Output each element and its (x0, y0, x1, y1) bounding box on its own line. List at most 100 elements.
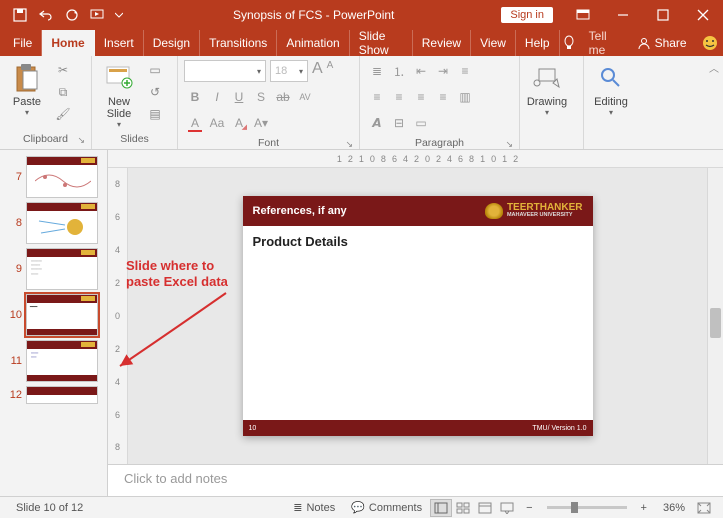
format-painter-icon[interactable]: 🖌 (52, 104, 74, 124)
text-direction-button[interactable]: 𝘼 (366, 112, 388, 134)
thumbnail-12[interactable]: 12 (0, 384, 107, 406)
maximize-button[interactable] (643, 0, 683, 30)
thumbnail-11[interactable]: 11━━━━━━━ (0, 338, 107, 384)
zoom-in-button[interactable]: + (633, 502, 655, 514)
paste-button[interactable]: Paste ▾ (6, 60, 48, 117)
tab-slideshow[interactable]: Slide Show (350, 30, 413, 56)
ribbon-display-options-icon[interactable] (563, 0, 603, 30)
zoom-level[interactable]: 36% (655, 502, 693, 514)
align-center-button[interactable]: ≡ (388, 86, 410, 108)
underline-button[interactable]: U (228, 86, 250, 108)
vertical-scrollbar[interactable] (707, 168, 723, 464)
tab-home[interactable]: Home (42, 30, 94, 56)
lightbulb-icon[interactable] (560, 30, 579, 56)
justify-button[interactable]: ≡ (432, 86, 454, 108)
slide-thumbnails-panel[interactable]: 7 8 9━━━━━━━━━━━━━━━━━━━━━ 10━━━ 11━━━━━… (0, 150, 108, 496)
shadow-button[interactable]: S (250, 86, 272, 108)
spacing-button[interactable]: AV (294, 86, 316, 108)
group-clipboard: Paste ▾ ✂ ⧉ 🖌 Clipboard↘ (0, 56, 92, 149)
columns-button[interactable]: ▥ (454, 86, 476, 108)
italic-button[interactable]: I (206, 86, 228, 108)
reading-view-icon[interactable] (474, 499, 496, 517)
title-bar: Synopsis of FCS - PowerPoint Sign in (0, 0, 723, 30)
decrease-indent-button[interactable]: ⇤ (410, 60, 432, 82)
redo-icon[interactable] (60, 3, 84, 27)
align-right-button[interactable]: ≡ (410, 86, 432, 108)
strikethrough-button[interactable]: ab (272, 86, 294, 108)
new-slide-button[interactable]: New Slide ▾ (98, 60, 140, 129)
line-spacing-button[interactable]: ≡ (454, 60, 476, 82)
bullets-button[interactable]: ≣ (366, 60, 388, 82)
editing-button[interactable]: Editing ▾ (590, 60, 632, 117)
tab-animations[interactable]: Animation (277, 30, 349, 56)
tab-review[interactable]: Review (413, 30, 471, 56)
undo-icon[interactable] (34, 3, 58, 27)
paragraph-launcher-icon[interactable]: ↘ (505, 139, 513, 150)
comments-icon: 💬 (351, 501, 365, 514)
slide-header-title: References, if any (253, 205, 347, 217)
normal-view-icon[interactable] (430, 499, 452, 517)
feedback-smiley-icon[interactable] (697, 30, 723, 56)
save-icon[interactable] (8, 3, 32, 27)
tell-me-input[interactable]: Tell me (579, 30, 627, 56)
current-slide[interactable]: References, if any TEERTHANKER MAHAVEER … (243, 196, 593, 436)
start-from-beginning-icon[interactable] (86, 3, 110, 27)
increase-indent-button[interactable]: ⇥ (432, 60, 454, 82)
slide-canvas[interactable]: References, if any TEERTHANKER MAHAVEER … (128, 168, 707, 464)
tab-help[interactable]: Help (516, 30, 560, 56)
slide-counter[interactable]: Slide 10 of 12 (8, 502, 91, 514)
scrollbar-thumb[interactable] (710, 308, 721, 338)
section-icon[interactable]: ▤ (144, 104, 166, 124)
zoom-out-button[interactable]: − (518, 502, 540, 514)
font-family-selector[interactable]: ▾ (184, 60, 266, 82)
layout-icon[interactable]: ▭ (144, 60, 166, 80)
thumbnail-9[interactable]: 9━━━━━━━━━━━━━━━━━━━━━ (0, 246, 107, 292)
increase-font-icon[interactable]: A (312, 60, 323, 82)
comments-toggle[interactable]: 💬Comments (343, 501, 430, 514)
align-left-button[interactable]: ≡ (366, 86, 388, 108)
align-text-button[interactable]: ⊟ (388, 112, 410, 134)
minimize-button[interactable] (603, 0, 643, 30)
paste-icon (11, 62, 43, 94)
reset-icon[interactable]: ↺ (144, 82, 166, 102)
clipboard-launcher-icon[interactable]: ↘ (77, 135, 85, 146)
slideshow-view-icon[interactable] (496, 499, 518, 517)
thumbnail-8[interactable]: 8 (0, 200, 107, 246)
sign-in-button[interactable]: Sign in (501, 7, 553, 23)
qat-dropdown-icon[interactable] (112, 3, 126, 27)
font-color-button[interactable]: A (184, 112, 206, 134)
zoom-slider-knob[interactable] (571, 502, 578, 513)
tab-view[interactable]: View (471, 30, 516, 56)
copy-icon[interactable]: ⧉ (52, 82, 74, 102)
slides-group-label: Slides (120, 133, 149, 145)
close-button[interactable] (683, 0, 723, 30)
drawing-icon (531, 62, 563, 94)
highlight-button[interactable]: A▾ (250, 112, 272, 134)
tab-insert[interactable]: Insert (95, 30, 144, 56)
notes-pane[interactable]: Click to add notes (108, 464, 723, 496)
fit-to-window-icon[interactable] (693, 499, 715, 517)
decrease-font-icon[interactable]: A (327, 60, 334, 82)
thumbnail-7[interactable]: 7 (0, 154, 107, 200)
smartart-button[interactable]: ▭ (410, 112, 432, 134)
bold-button[interactable]: B (184, 86, 206, 108)
collapse-ribbon-icon[interactable]: ︿ (709, 60, 719, 75)
numbering-button[interactable]: ⒈ (388, 60, 410, 82)
slide-body-text[interactable]: Product Details (243, 226, 593, 257)
font-launcher-icon[interactable]: ↘ (345, 139, 353, 150)
tab-design[interactable]: Design (144, 30, 200, 56)
notes-toggle[interactable]: ≣Notes (285, 501, 343, 514)
thumbnail-10[interactable]: 10━━━ (0, 292, 107, 338)
font-size-selector[interactable]: 18▾ (270, 60, 308, 82)
clear-formatting-button[interactable]: A◢ (228, 112, 250, 134)
share-button[interactable]: Share (627, 30, 697, 56)
group-font: ▾ 18▾ A A B I U S ab AV A Aa A◢ A▾ Font↘ (178, 56, 360, 149)
drawing-button[interactable]: Drawing ▾ (526, 60, 568, 117)
tab-transitions[interactable]: Transitions (200, 30, 277, 56)
tab-file[interactable]: File (4, 30, 42, 56)
zoom-slider[interactable] (547, 506, 627, 509)
change-case-button[interactable]: Aa (206, 112, 228, 134)
vertical-ruler: 864202468 (108, 168, 128, 464)
slide-sorter-view-icon[interactable] (452, 499, 474, 517)
cut-icon[interactable]: ✂ (52, 60, 74, 80)
